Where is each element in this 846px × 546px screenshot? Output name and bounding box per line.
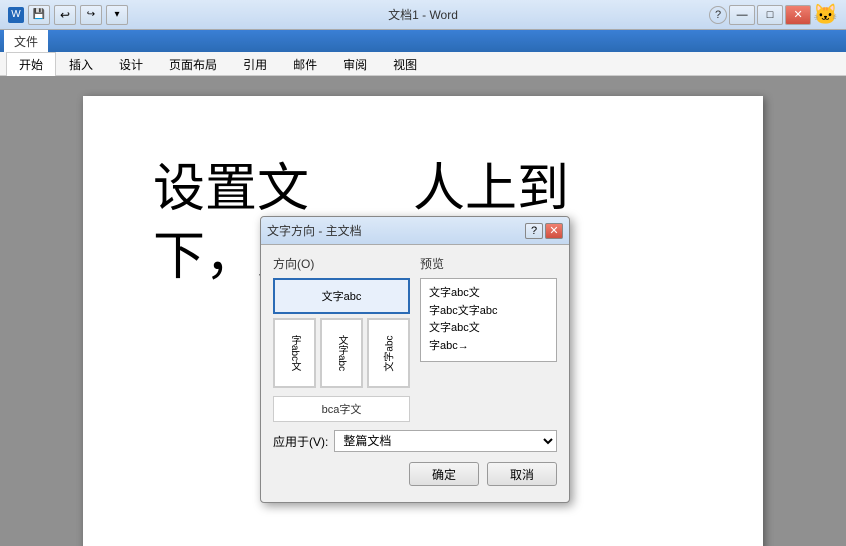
direction-section: 方向(O) 文字abc 字abc文 文 [273, 255, 410, 422]
dir-option-vrl[interactable]: 字abc文 [273, 318, 316, 388]
dir-option-vlr[interactable]: 文字abc [320, 318, 363, 388]
preview-line-4: 字abc→ [429, 338, 548, 356]
bottom-option-label: bca字文 [322, 404, 362, 416]
ribbon-file-bar: 文件 [0, 30, 846, 52]
titlebar-left: W 💾 ↩ ↪ ▾ [8, 5, 128, 25]
bottom-text-option[interactable]: bca字文 [273, 396, 410, 422]
dialog-overlay: 文字方向 - 主文档 ? ✕ 方向(O) 文字abc [0, 76, 846, 546]
dialog-close-button[interactable]: ✕ [545, 223, 563, 239]
preview-line-2: 字abc文字abc [429, 303, 548, 321]
undo-button[interactable]: ↩ [54, 5, 76, 25]
close-button[interactable]: ✕ [785, 5, 811, 25]
dialog-titlebar: 文字方向 - 主文档 ? ✕ [261, 217, 569, 245]
direction-grid: 文字abc 字abc文 文字abc [273, 278, 410, 388]
apply-to-row: 应用于(V): 整篇文档 所选文字 [273, 430, 557, 452]
tab-home[interactable]: 开始 [6, 52, 56, 76]
preview-box: 文字abc文 字abc文字abc 文字abc文 字abc→ [420, 278, 557, 362]
tab-view[interactable]: 视图 [380, 52, 430, 75]
minimize-button[interactable]: — [729, 5, 755, 25]
dir-vlr-text: 文字abc [334, 335, 349, 371]
tab-mail[interactable]: 邮件 [280, 52, 330, 75]
file-tab[interactable]: 文件 [4, 30, 48, 52]
dir-option-rotated[interactable]: 文字abc [367, 318, 410, 388]
dialog-title-controls: ? ✕ [525, 223, 563, 239]
dialog-two-col: 方向(O) 文字abc 字abc文 文 [273, 255, 557, 422]
dir-horizontal-text: 文字abc [322, 288, 362, 304]
dialog-help-button[interactable]: ? [525, 223, 543, 239]
dialog-footer: 确定 取消 [273, 462, 557, 492]
ribbon-tabs: 开始 插入 设计 页面布局 引用 邮件 审阅 视图 [0, 52, 846, 76]
direction-label: 方向(O) [273, 255, 410, 272]
tab-review[interactable]: 审阅 [330, 52, 380, 75]
preview-label: 预览 [420, 255, 557, 272]
preview-line-1: 文字abc文 [429, 285, 548, 303]
ok-button[interactable]: 确定 [409, 462, 479, 486]
tab-design[interactable]: 设计 [106, 52, 156, 75]
titlebar-right: ? — □ ✕ 🐱 [709, 2, 838, 27]
titlebar: W 💾 ↩ ↪ ▾ 文档1 - Word ? — □ ✕ 🐱 [0, 0, 846, 30]
save-button[interactable]: 💾 [28, 5, 50, 25]
customize-button[interactable]: ▾ [106, 5, 128, 25]
apply-select[interactable]: 整篇文档 所选文字 [334, 430, 557, 452]
dialog-body: 方向(O) 文字abc 字abc文 文 [261, 245, 569, 502]
maximize-button[interactable]: □ [757, 5, 783, 25]
tab-references[interactable]: 引用 [230, 52, 280, 75]
dialog-title: 文字方向 - 主文档 [267, 222, 362, 239]
document-area: 设置文 人上到 下，从 输入。 文字方向 - 主文档 ? ✕ 方向(O) [0, 76, 846, 546]
avatar: 🐱 [813, 2, 838, 27]
text-direction-dialog: 文字方向 - 主文档 ? ✕ 方向(O) 文字abc [260, 216, 570, 503]
dir-vrl-text: 字abc文 [287, 335, 302, 371]
help-button[interactable]: ? [709, 6, 727, 24]
cancel-button[interactable]: 取消 [487, 462, 557, 486]
dir-option-horizontal[interactable]: 文字abc [273, 278, 410, 314]
tab-insert[interactable]: 插入 [56, 52, 106, 75]
apply-label: 应用于(V): [273, 433, 328, 450]
window-title: 文档1 - Word [388, 6, 458, 23]
tab-layout[interactable]: 页面布局 [156, 52, 230, 75]
preview-section: 预览 文字abc文 字abc文字abc 文字abc文 字abc→ [420, 255, 557, 422]
redo-button[interactable]: ↪ [80, 5, 102, 25]
dir-rotated-text: 文字abc [381, 335, 396, 371]
preview-line-3: 文字abc文 [429, 320, 548, 338]
app-icon: W [8, 7, 24, 23]
